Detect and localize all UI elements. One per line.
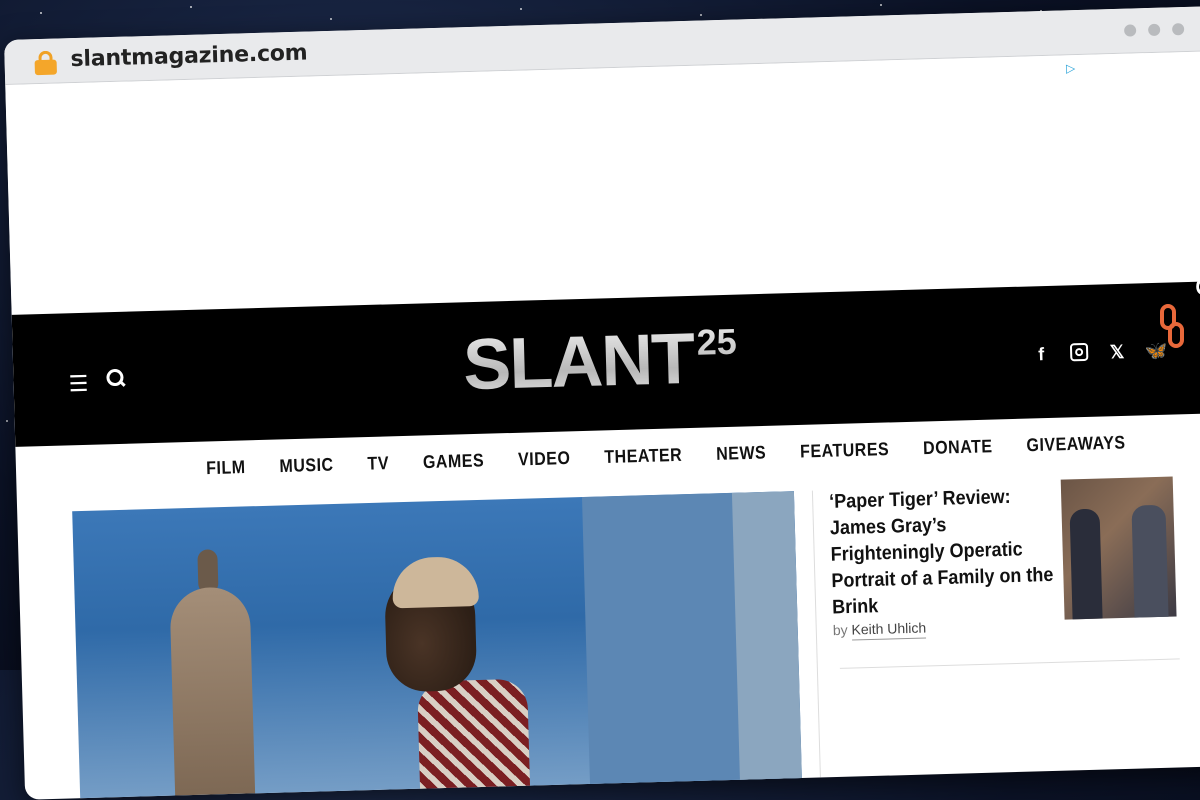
main-content: ‘Paper Tiger’ Review: James Gray’s Frigh…	[17, 468, 1200, 800]
nav-item-features[interactable]: FEATURES	[800, 440, 890, 463]
ad-banner[interactable]: ▷	[5, 50, 1200, 315]
featured-story[interactable]: ‘Paper Tiger’ Review: James Gray’s Frigh…	[829, 482, 1058, 641]
facebook-icon[interactable]: f	[1031, 344, 1052, 368]
hero-image[interactable]	[72, 491, 803, 800]
social-links: f 𝕏 🦋	[1031, 341, 1168, 368]
divider	[839, 658, 1180, 669]
window-dot-icon[interactable]	[1148, 23, 1161, 37]
hamburger-menu-icon[interactable]: ☰	[68, 371, 88, 398]
nav-item-theater[interactable]: THEATER	[604, 446, 682, 469]
nav-item-news[interactable]: NEWS	[716, 444, 767, 466]
ad-choices-icon[interactable]: ▷	[1066, 61, 1076, 75]
site-logo[interactable]: SLANT25	[462, 317, 738, 407]
link-icon	[1160, 304, 1186, 350]
search-icon[interactable]	[106, 368, 127, 390]
nav-item-music[interactable]: MUSIC	[279, 456, 334, 478]
nav-item-games[interactable]: GAMES	[423, 451, 485, 473]
x-icon[interactable]: 𝕏	[1107, 342, 1128, 366]
nav-item-film[interactable]: FILM	[206, 458, 246, 480]
nav-item-tv[interactable]: TV	[367, 454, 389, 475]
window-dot-icon[interactable]	[1171, 23, 1185, 36]
window-controls	[1124, 23, 1185, 37]
watermark-text: GUESTPOSTLINKS	[1192, 61, 1200, 296]
nav-item-video[interactable]: VIDEO	[518, 449, 571, 471]
nav-item-donate[interactable]: DONATE	[923, 437, 993, 460]
address-bar[interactable]: slantmagazine.com	[70, 41, 308, 73]
instagram-icon[interactable]	[1069, 342, 1090, 367]
divider	[811, 490, 822, 791]
story-thumbnail[interactable]	[1060, 476, 1177, 620]
browser-window: slantmagazine.com ▷ ☰ SLANT25 f 𝕏 🦋 FILM…	[4, 5, 1200, 800]
window-dot-icon[interactable]	[1124, 24, 1137, 37]
watermark: GUESTPOSTLINKS	[1156, 56, 1200, 356]
lock-icon	[34, 50, 57, 76]
nav-item-giveaways[interactable]: GIVEAWAYS	[1026, 433, 1126, 456]
story-title[interactable]: ‘Paper Tiger’ Review: James Gray’s Frigh…	[829, 482, 1058, 620]
author-link[interactable]: Keith Uhlich	[851, 619, 927, 641]
